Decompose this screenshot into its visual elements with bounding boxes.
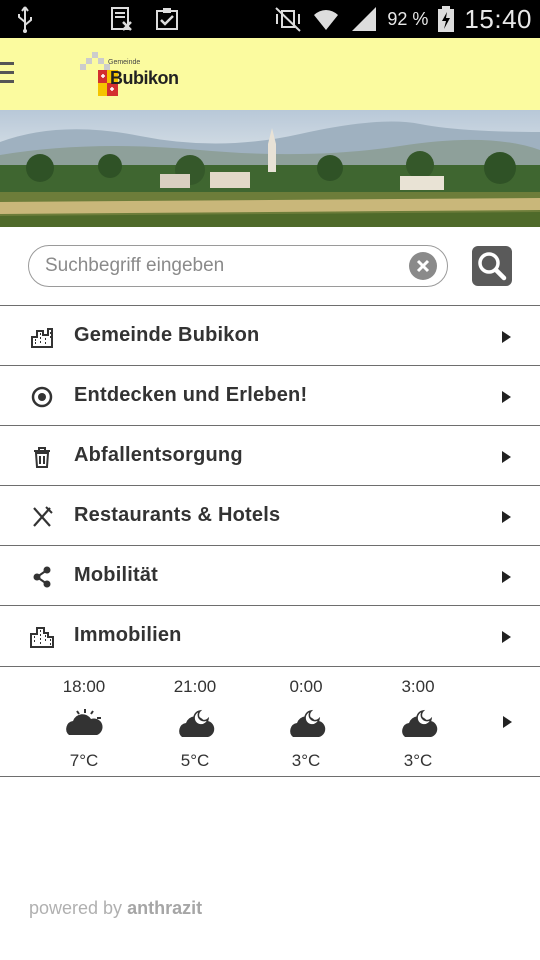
menu-item-gemeinde-bubikon[interactable]: Gemeinde Bubikon [0, 305, 540, 365]
fork-knife-icon [33, 506, 53, 527]
share-nodes-icon [33, 566, 51, 588]
menu-item-mobilitaet[interactable]: Mobilität [0, 545, 540, 605]
menu-item-label: Gemeinde Bubikon [74, 324, 260, 346]
weather-temp: 3°C [291, 751, 321, 770]
weather-temp: 3°C [403, 751, 433, 770]
battery-percent: 92 % [387, 8, 429, 29]
chevron-right-icon [502, 391, 511, 403]
chevron-right-icon [502, 331, 511, 343]
menu-item-immobilien[interactable]: Immobilien [0, 605, 540, 667]
menu-item-label: Mobilität [74, 564, 159, 586]
logo-subtitle: Gemeinde [108, 59, 141, 66]
footer-brand-link[interactable]: anthrazit [127, 898, 202, 918]
weather-slot: 21:00 5°C [155, 677, 235, 771]
clear-search-button[interactable] [409, 252, 437, 280]
close-icon [416, 259, 430, 273]
weather-forecast[interactable]: 18:00 7°C 21:00 5°C 0:00 3°C 3:00 3°C [0, 667, 540, 777]
search-button[interactable] [472, 246, 512, 286]
menu-item-label: Abfallentsorgung [74, 444, 243, 466]
menu-item-entdecken[interactable]: Entdecken und Erleben! [0, 365, 540, 425]
search-bar [0, 227, 540, 305]
search-icon [478, 252, 507, 281]
weather-time: 21:00 [173, 677, 217, 696]
weather-temp: 5°C [180, 751, 210, 770]
status-bar: 92 % 15:40 [0, 0, 540, 38]
partly-sunny-night-icon [66, 709, 103, 735]
logo-title: Bubikon [110, 68, 179, 88]
search-input[interactable] [45, 246, 405, 285]
hero-landscape-image [0, 110, 540, 227]
menu-line-icon [0, 62, 14, 65]
cloudy-night-icon [402, 709, 438, 737]
chevron-right-icon [502, 511, 511, 523]
vibrate-mute-icon [275, 7, 302, 32]
weather-temp: 7°C [69, 751, 99, 770]
city-buildings-icon [31, 328, 53, 348]
signal-icon [352, 7, 377, 31]
weather-slot: 3:00 3°C [378, 677, 458, 771]
trash-can-icon [34, 447, 50, 468]
usb-icon [18, 6, 32, 33]
battery-charging-icon [438, 6, 455, 32]
menu-item-restaurants-hotels[interactable]: Restaurants & Hotels [0, 485, 540, 545]
main-menu-list: Gemeinde Bubikon Entdecken und Erleben! … [0, 305, 540, 667]
weather-slot: 18:00 7°C [44, 677, 124, 771]
buildings-icon [30, 627, 54, 648]
clock: 15:40 [464, 3, 532, 34]
weather-slot: 0:00 3°C [266, 677, 346, 771]
cloudy-night-icon [290, 709, 326, 737]
hamburger-menu-button[interactable] [0, 62, 16, 86]
app-header: Gemeinde Bubikon [0, 38, 540, 110]
weather-time: 18:00 [62, 677, 106, 696]
wifi-icon [314, 10, 339, 30]
gemeinde-logo[interactable]: Gemeinde Bubikon [80, 50, 190, 100]
weather-time: 0:00 [289, 677, 323, 696]
menu-item-label: Entdecken und Erleben! [74, 384, 308, 406]
search-field[interactable] [28, 245, 448, 287]
chevron-right-icon [502, 451, 511, 463]
menu-item-label: Restaurants & Hotels [74, 504, 281, 526]
cloudy-night-icon [179, 709, 215, 737]
menu-line-icon [0, 80, 14, 83]
document-blocked-icon [111, 7, 132, 31]
menu-item-abfallentsorgung[interactable]: Abfallentsorgung [0, 425, 540, 485]
menu-line-icon [0, 71, 14, 74]
chevron-right-icon [502, 631, 511, 643]
menu-item-label: Immobilien [74, 624, 182, 646]
weather-time: 3:00 [401, 677, 435, 696]
footer-prefix: powered by [29, 898, 123, 918]
chevron-right-icon [502, 571, 511, 583]
chevron-right-icon[interactable] [503, 716, 512, 728]
target-circle-icon [31, 386, 53, 408]
powered-by-footer: powered by anthrazit [29, 898, 202, 919]
clipboard-check-icon [156, 8, 178, 30]
